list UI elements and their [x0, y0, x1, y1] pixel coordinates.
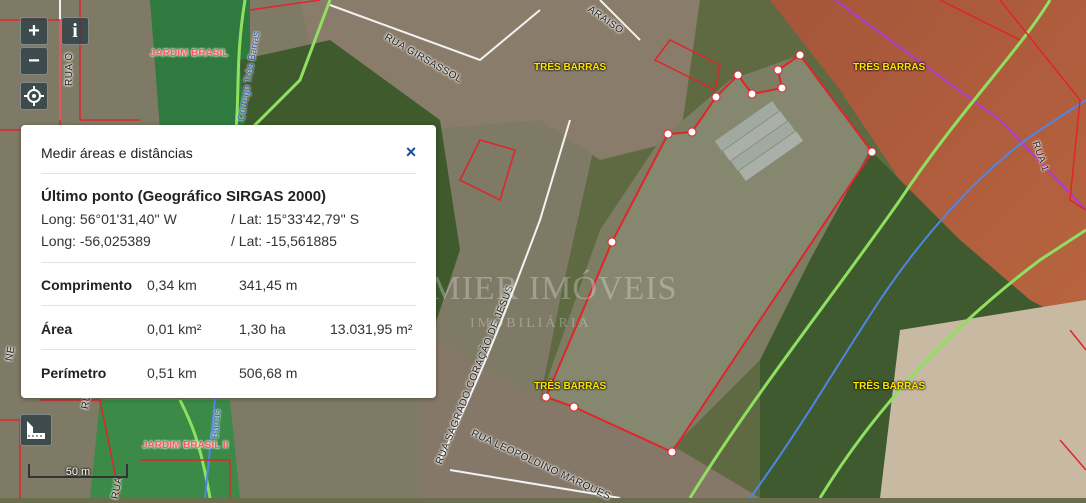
- green-park: [150, 0, 250, 130]
- last-point-heading: Último ponto (Geográfico SIRGAS 2000): [41, 188, 327, 205]
- zoom-in-button[interactable]: +: [20, 17, 48, 45]
- scale-label: 50 m: [65, 466, 91, 478]
- quarry-ground: [880, 300, 1086, 498]
- vertex[interactable]: [541, 392, 551, 402]
- crosshair-icon: [24, 86, 44, 106]
- length-m: 341,45 m: [239, 277, 298, 293]
- length-label: Comprimento: [41, 277, 132, 293]
- green-field: [90, 400, 240, 498]
- divider: [41, 305, 416, 306]
- vertex[interactable]: [663, 129, 673, 139]
- latitude-decimal: / Lat: -15,561885: [231, 233, 337, 249]
- vertex[interactable]: [867, 147, 877, 157]
- area-ha: 1,30 ha: [239, 321, 286, 337]
- vertex[interactable]: [747, 89, 757, 99]
- longitude-decimal: Long: -56,025389: [41, 233, 151, 249]
- info-button[interactable]: i: [61, 17, 89, 45]
- perimeter-km: 0,51 km: [147, 365, 197, 381]
- vertex[interactable]: [569, 402, 579, 412]
- close-icon[interactable]: ×: [401, 142, 421, 162]
- panel-title: Medir áreas e distâncias: [41, 145, 193, 161]
- area-km2: 0,01 km²: [147, 321, 202, 337]
- divider: [41, 262, 416, 263]
- longitude-dms: Long: 56°01'31,40'' W: [41, 211, 177, 227]
- length-km: 0,34 km: [147, 277, 197, 293]
- locate-button[interactable]: [20, 82, 48, 110]
- vertex[interactable]: [687, 127, 697, 137]
- ruler-area-icon: [27, 421, 45, 439]
- area-label: Área: [41, 321, 73, 337]
- divider: [41, 349, 416, 350]
- vertex[interactable]: [777, 83, 787, 93]
- vertex[interactable]: [667, 447, 677, 457]
- vertex[interactable]: [773, 65, 783, 75]
- divider: [41, 173, 416, 174]
- zoom-out-button[interactable]: −: [20, 47, 48, 75]
- measure-panel: Medir áreas e distâncias × Último ponto …: [21, 125, 436, 398]
- perimeter-m: 506,68 m: [239, 365, 298, 381]
- vertex[interactable]: [711, 92, 721, 102]
- measure-tool-button[interactable]: [20, 414, 52, 446]
- vertex[interactable]: [607, 237, 617, 247]
- area-m2: 13.031,95 m²: [330, 321, 413, 337]
- vertex[interactable]: [795, 50, 805, 60]
- latitude-dms: / Lat: 15°33'42,79'' S: [231, 211, 360, 227]
- perimeter-label: Perímetro: [41, 365, 107, 381]
- vertex[interactable]: [733, 70, 743, 80]
